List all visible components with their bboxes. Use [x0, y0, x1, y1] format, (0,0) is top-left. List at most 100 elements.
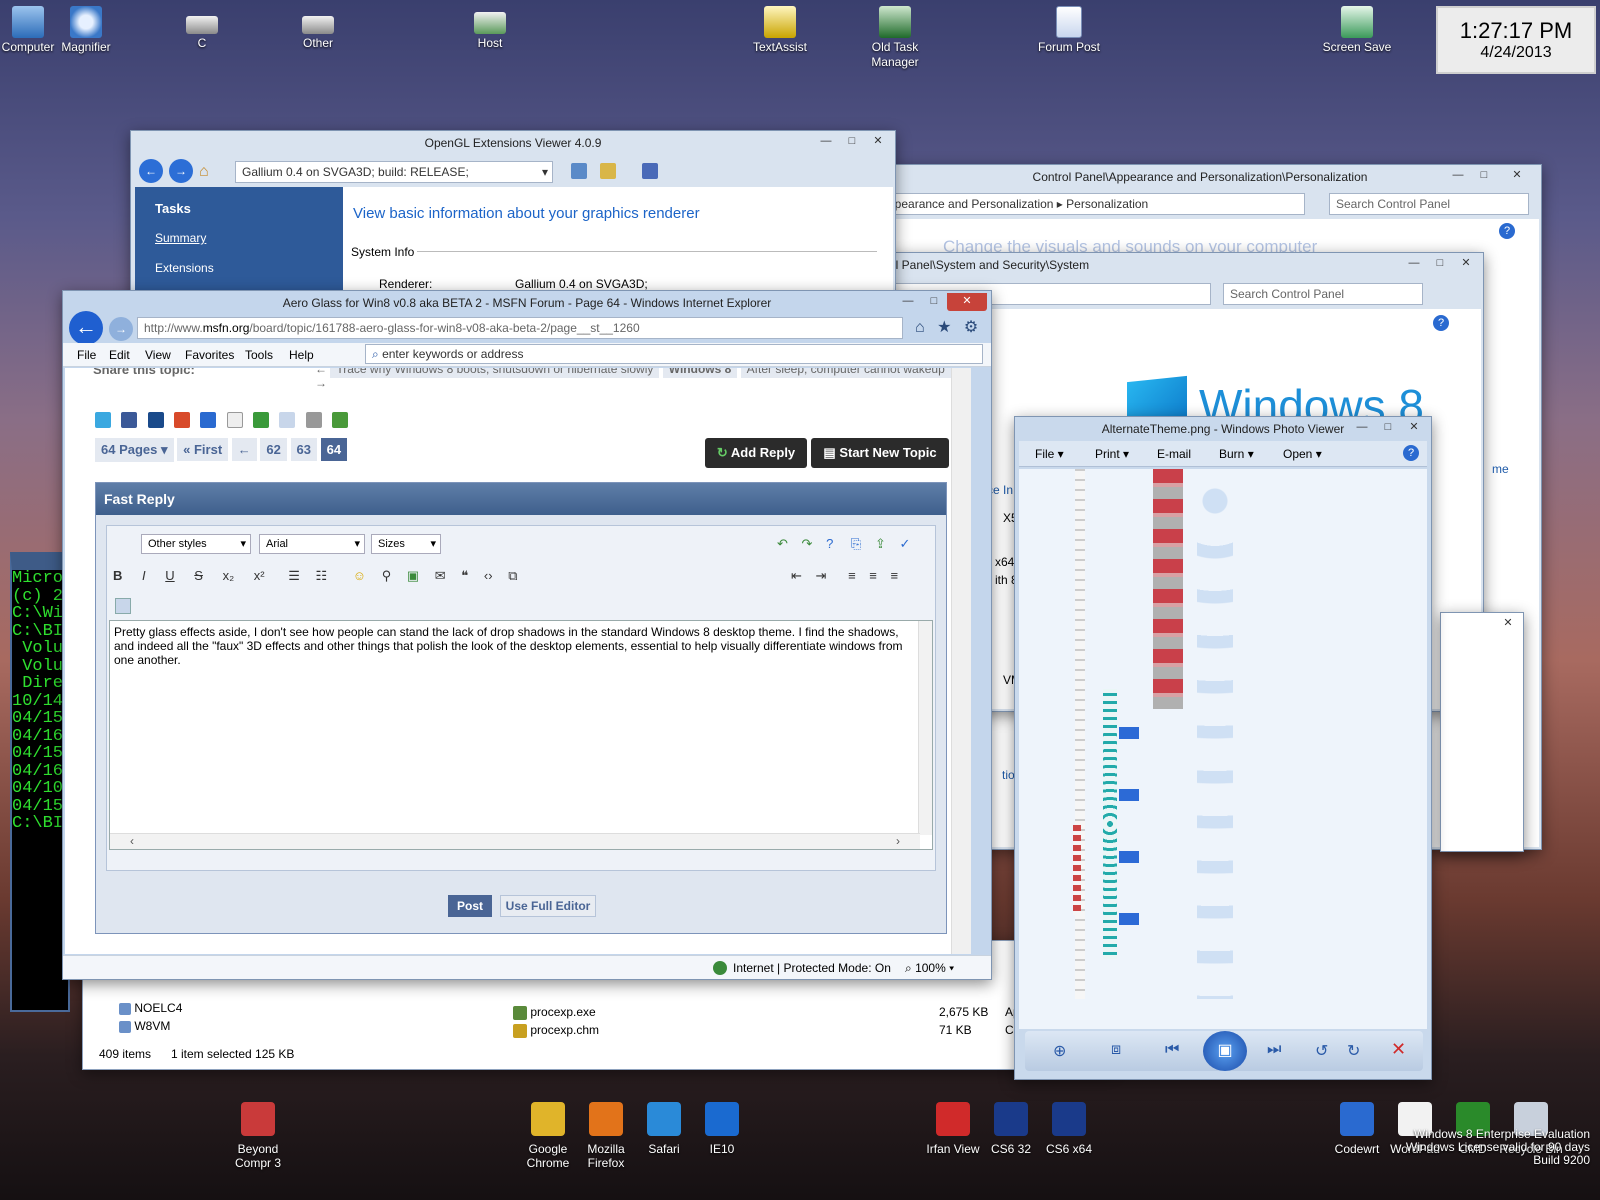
nav-summary[interactable]: Summary	[155, 231, 206, 245]
explorer-tree-item[interactable]: NOELC4	[119, 1001, 182, 1015]
indent-icon[interactable]: ⇤	[791, 568, 802, 583]
secondary-window[interactable]: ✕	[1440, 612, 1524, 852]
maximize-button[interactable]: □	[1375, 419, 1401, 437]
digg-icon[interactable]	[147, 412, 164, 428]
desktop-icon-magnifier[interactable]: Magnifier	[46, 0, 126, 55]
minimize-button[interactable]: —	[1445, 167, 1471, 185]
zoom-icon[interactable]: ⊕	[1053, 1041, 1066, 1061]
file-row[interactable]: procexp.exe 2,675 KB App	[513, 1005, 1033, 1020]
current-forum-link[interactable]: Windows 8	[662, 368, 738, 378]
redo-icon[interactable]: ↷	[802, 536, 813, 551]
next-icon[interactable]: ⏭	[1267, 1041, 1281, 1059]
start-new-topic-button[interactable]: ▤ Start New Topic	[811, 438, 949, 468]
menu-view[interactable]: View	[145, 348, 171, 362]
google-icon[interactable]	[174, 412, 191, 428]
toolbar-icons[interactable]	[571, 163, 658, 179]
slideshow-button[interactable]: ▣	[1203, 1031, 1247, 1071]
explorer-tree-item[interactable]: W8VM	[119, 1019, 170, 1033]
topic-nav[interactable]: ← Trace why Windows 8 boots, shutsdown o…	[315, 368, 955, 390]
source-icon[interactable]	[115, 598, 131, 614]
horizontal-scrollbar[interactable]: ‹ ›	[110, 833, 920, 849]
size-select[interactable]: Sizes ▾	[371, 534, 441, 554]
upload-icon[interactable]: ⇪	[875, 536, 886, 551]
emoticon-icon[interactable]: ☺	[353, 568, 366, 583]
menu-open[interactable]: Open ▾	[1283, 441, 1322, 467]
reply-textarea[interactable]: Pretty glass effects aside, I don't see …	[109, 620, 933, 850]
previous-icon[interactable]: ⏮	[1165, 1041, 1179, 1059]
minimize-button[interactable]: —	[813, 133, 839, 151]
delete-icon[interactable]: ✕	[1391, 1039, 1406, 1060]
close-button[interactable]: ✕	[947, 293, 987, 311]
page-63-link[interactable]: 63	[290, 438, 317, 461]
help-icon[interactable]: ?	[1403, 445, 1419, 461]
pages-dropdown[interactable]: 64 Pages ▾	[95, 438, 174, 462]
bullet-list-icon[interactable]: ☰	[288, 568, 300, 583]
breadcrumb[interactable]: Appearance and Personalization ▸ Persona…	[873, 193, 1305, 215]
maximize-button[interactable]: □	[1471, 167, 1497, 185]
console-window[interactable]: Micro (c) 2 C:\Wi C:\BI Volu Volu Dire 10/14…	[10, 552, 70, 1012]
quote-icon[interactable]: ❝	[461, 568, 468, 583]
home-icon[interactable]: ⌂	[199, 163, 209, 181]
prev-topic-link[interactable]: Trace why Windows 8 boots, shutsdown or …	[330, 368, 660, 378]
menu-print[interactable]: Print ▾	[1095, 441, 1129, 467]
font-select[interactable]: Arial ▾	[259, 534, 365, 554]
forward-button[interactable]: →	[109, 317, 133, 341]
delicious-icon[interactable]	[200, 412, 217, 428]
spoiler-icon[interactable]: ⧉	[508, 568, 517, 583]
desktop-icon-forum-post[interactable]: Forum Post	[1029, 0, 1109, 55]
file-row[interactable]: procexp.chm 71 KB Cor	[513, 1023, 1033, 1038]
page-scrollbar[interactable]	[951, 368, 971, 954]
address-bar[interactable]: http://www.msfn.org/board/topic/161788-a…	[137, 317, 903, 339]
menu-email[interactable]: E-mail	[1157, 441, 1191, 467]
rotate-right-icon[interactable]: ↻	[1347, 1041, 1360, 1061]
minimize-button[interactable]: —	[1349, 419, 1375, 437]
minimize-button[interactable]: —	[895, 293, 921, 311]
back-button[interactable]: ←	[139, 159, 163, 183]
underline-button[interactable]: U	[165, 568, 174, 583]
close-button[interactable]: ✕	[865, 133, 891, 151]
image-icon[interactable]: ▣	[407, 568, 419, 583]
stumbleupon-icon[interactable]	[253, 412, 270, 428]
maximize-button[interactable]: □	[1427, 255, 1453, 273]
photo-viewer-window[interactable]: AlternateTheme.png - Windows Photo Viewe…	[1014, 416, 1432, 1080]
vertical-scrollbar[interactable]	[918, 621, 932, 835]
align-left-icon[interactable]: ≡	[848, 568, 856, 583]
minimize-button[interactable]: —	[1401, 255, 1427, 273]
toolbar-right-icons[interactable]: ⌂ ★ ⚙	[915, 317, 978, 337]
database-icon[interactable]	[641, 163, 658, 179]
close-button[interactable]: ✕	[1401, 419, 1427, 437]
share-icons[interactable]	[95, 412, 349, 428]
italic-button[interactable]: I	[142, 568, 146, 583]
spellcheck-icon[interactable]: ✓	[899, 536, 910, 551]
print-icon[interactable]	[305, 412, 322, 428]
strikethrough-button[interactable]: S	[194, 568, 203, 583]
menu-edit[interactable]: Edit	[109, 348, 130, 362]
renderer-select[interactable]: Gallium 0.4 on SVGA3D; build: RELEASE; ▾	[235, 161, 553, 183]
search-input[interactable]: ⌕ enter keywords or address	[365, 344, 983, 364]
post-button[interactable]: Post	[448, 895, 492, 917]
rotate-left-icon[interactable]: ↺	[1315, 1041, 1328, 1061]
maximize-button[interactable]: □	[921, 293, 947, 311]
taskbar-icon-beyond-compr-3[interactable]: Beyond Compr 3	[221, 1102, 295, 1170]
align-right-icon[interactable]: ≡	[891, 568, 899, 583]
subscript-button[interactable]: x₂	[223, 568, 235, 583]
facebook-icon[interactable]	[121, 412, 138, 428]
number-list-icon[interactable]: ☷	[316, 568, 328, 583]
desktop-icon-host[interactable]: Host	[450, 0, 530, 51]
paste-icon[interactable]: ⎘	[851, 536, 861, 551]
next-topic-link[interactable]: After sleep, computer cannot wakeup	[740, 368, 951, 378]
desktop-icon-screen-save[interactable]: Screen Save	[1317, 0, 1397, 55]
first-page-link[interactable]: « First	[177, 438, 229, 461]
taskbar-icon-cs6-x64[interactable]: CS6 x64	[1032, 1102, 1106, 1156]
superscript-button[interactable]: x²	[254, 568, 265, 583]
help-icon[interactable]: ?	[1499, 223, 1515, 239]
email-link-icon[interactable]: ✉	[435, 568, 446, 583]
desktop-icon-old-task-manager[interactable]: Old Task Manager	[855, 0, 935, 70]
bold-button[interactable]: B	[113, 568, 122, 583]
ie-window[interactable]: Aero Glass for Win8 v0.8 aka BETA 2 - MS…	[62, 290, 992, 980]
export-icon[interactable]	[600, 163, 617, 179]
menu-file[interactable]: File ▾	[1035, 441, 1064, 467]
styles-select[interactable]: Other styles ▾	[141, 534, 251, 554]
network-icon[interactable]	[571, 163, 587, 179]
close-button[interactable]: ✕	[1495, 615, 1521, 633]
